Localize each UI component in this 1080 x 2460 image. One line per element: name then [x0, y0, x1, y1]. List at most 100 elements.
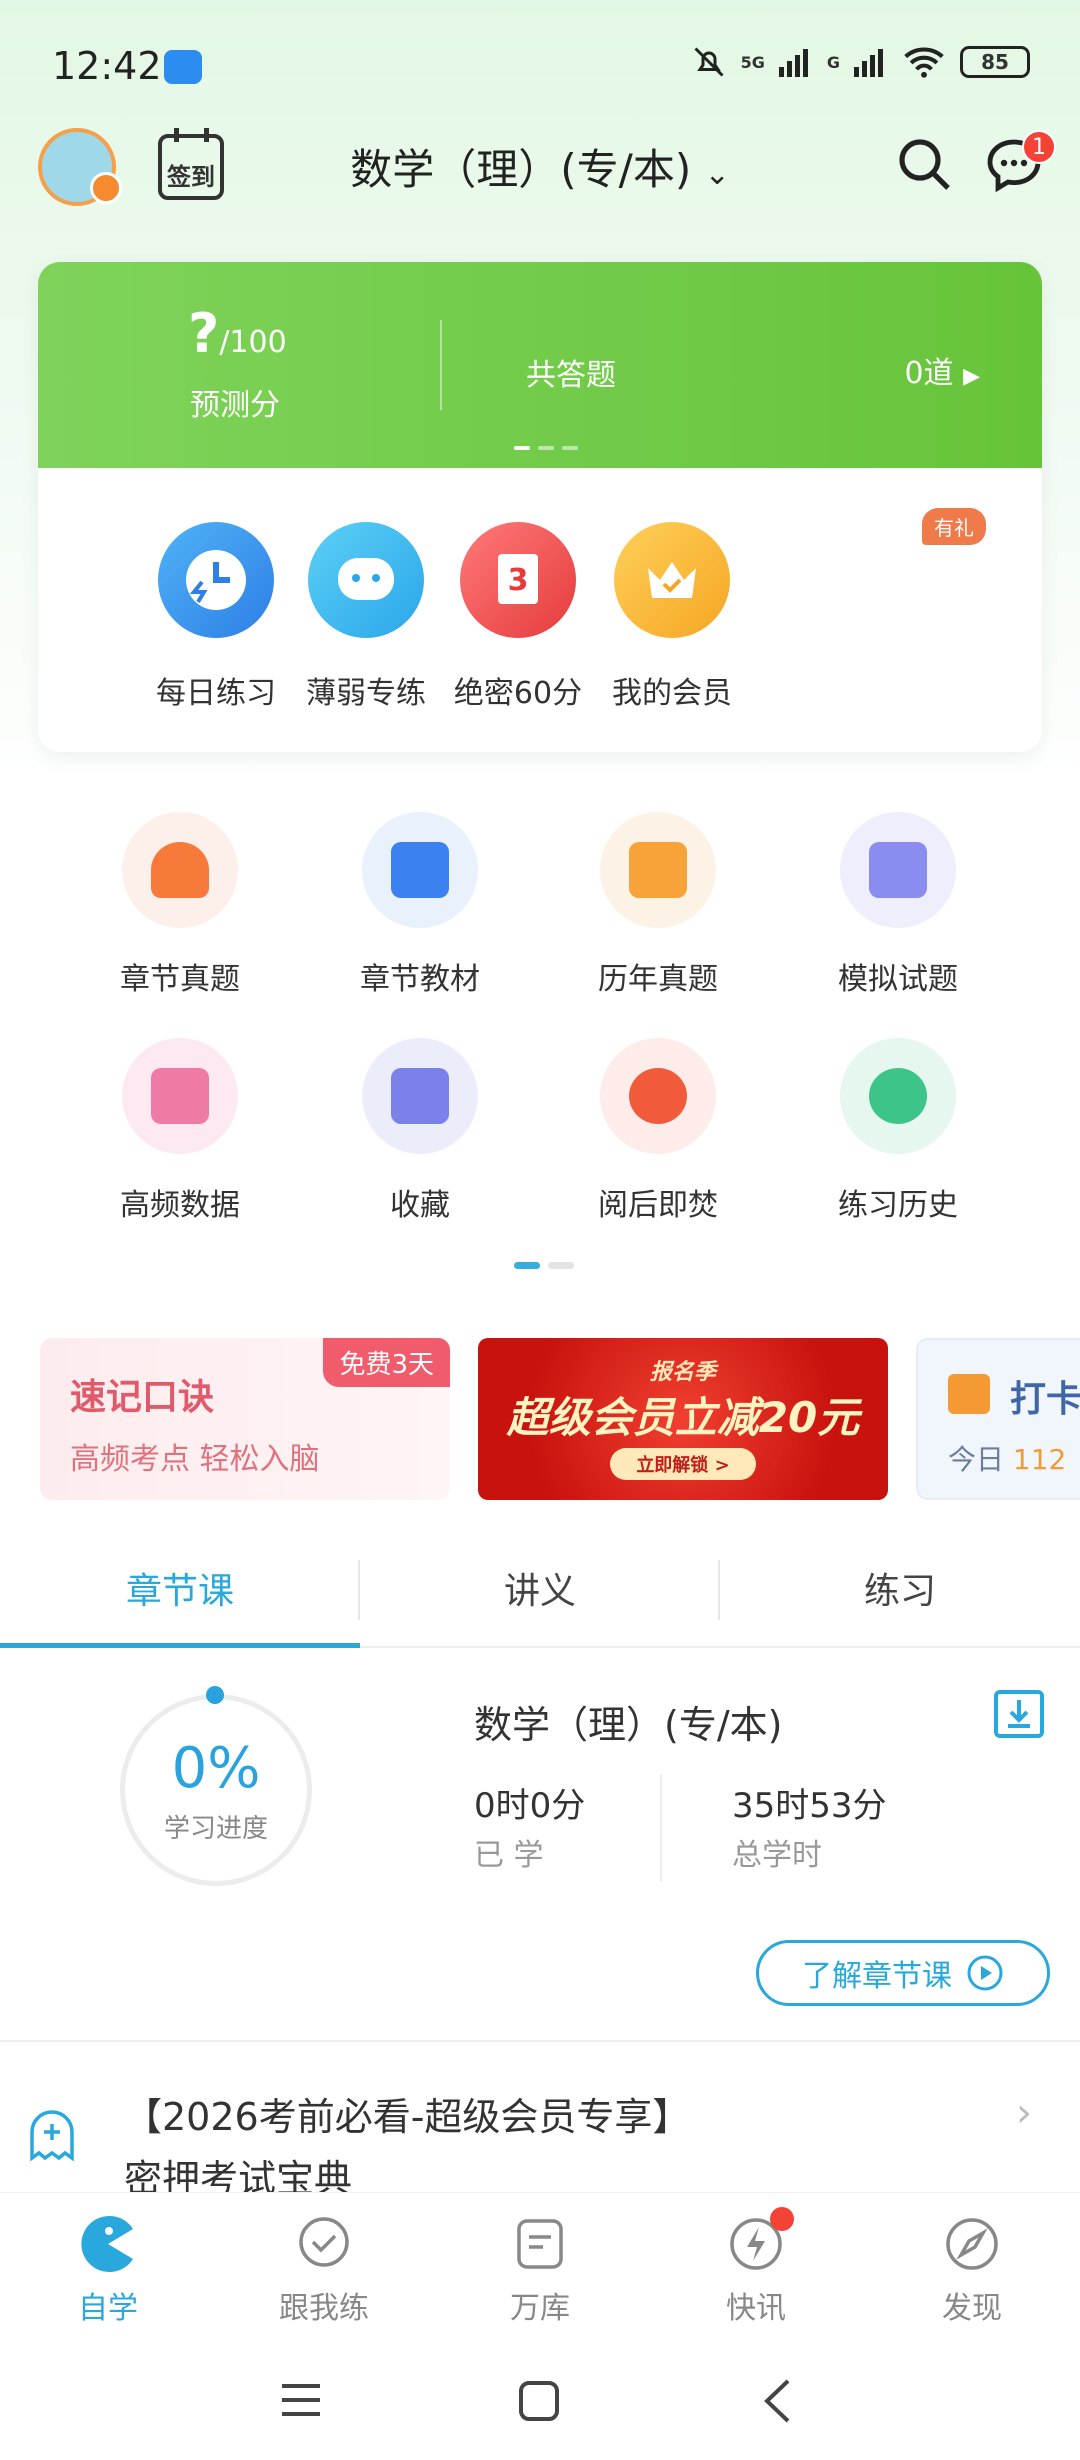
nav-self-study[interactable]: 自学	[0, 2193, 216, 2332]
stat-divider	[660, 1774, 662, 1882]
banner-subtitle: 今日 112	[948, 1443, 1067, 1476]
tab-divider	[718, 1560, 720, 1620]
tab-handout[interactable]: 讲义	[360, 1552, 720, 1646]
subject-label: 数学（理）(专/本)	[350, 145, 692, 194]
tab-chapter-course[interactable]: 章节课	[0, 1552, 360, 1648]
crown-icon	[614, 522, 730, 638]
course-title: 数学（理）(专/本)	[474, 1703, 783, 1747]
grid-chapter-textbook[interactable]: 章节教材	[320, 812, 520, 998]
banner-title: 打卡	[1010, 1379, 1080, 1420]
progress-ring-dot	[206, 1686, 224, 1704]
download-icon[interactable]	[994, 1690, 1044, 1738]
grid-burn-after-reading[interactable]: 阅后即焚	[558, 1038, 758, 1224]
compass-icon	[946, 2218, 998, 2270]
course-tabs: 章节课 讲义 练习	[0, 1552, 1080, 1648]
flame-icon	[600, 1038, 716, 1154]
predicted-score: ?/100	[188, 302, 287, 365]
nav-label: 自学	[78, 2291, 138, 2326]
svg-text:3: 3	[508, 563, 529, 598]
play-circle-icon	[967, 1955, 1003, 1991]
unlock-button[interactable]: 立即解锁 >	[610, 1448, 756, 1480]
gift-badge: 有礼	[922, 508, 986, 545]
system-navigation-bar	[0, 2340, 1080, 2460]
battery-indicator: 85	[960, 46, 1030, 78]
banner-subtitle: 高频考点 轻松入脑	[70, 1442, 320, 1477]
progress-percent: 0%	[171, 1736, 261, 1801]
status-icons: 5G G 85	[691, 44, 1030, 80]
grid-favorites[interactable]: 收藏	[320, 1038, 520, 1224]
grid-past-exams[interactable]: 历年真题	[558, 812, 758, 998]
grid-label: 历年真题	[598, 962, 718, 997]
grid-mock-exams[interactable]: 模拟试题	[798, 812, 998, 998]
grid-label: 阅后即焚	[598, 1188, 718, 1223]
nav-follow-practice[interactable]: 跟我练	[216, 2193, 432, 2332]
nav-label: 万库	[510, 2291, 570, 2326]
grid-practice-history[interactable]: 练习历史	[798, 1038, 998, 1224]
answered-label: 共答题	[526, 358, 616, 393]
section-divider	[0, 2040, 1080, 2042]
signal-icon-2	[854, 49, 883, 77]
grid-label: 收藏	[390, 1188, 450, 1223]
shield-plus-icon	[362, 812, 478, 928]
history-clock-icon	[840, 1038, 956, 1154]
learn-button-label: 了解章节课	[802, 1959, 952, 1994]
document-icon	[517, 2219, 563, 2269]
nav-question-bank[interactable]: 万库	[432, 2193, 648, 2332]
status-time: 12:42	[52, 44, 162, 88]
grid-label: 章节真题	[120, 962, 240, 997]
predicted-score-label: 预测分	[190, 388, 280, 423]
chat-bubble-icon	[308, 522, 424, 638]
banner-quick-memory[interactable]: 速记口诀 高频考点 轻松入脑 免费3天	[40, 1338, 450, 1500]
network-5g-label: 5G	[740, 52, 765, 72]
nav-discover[interactable]: 发现	[864, 2193, 1080, 2332]
banner-member-discount[interactable]: 报名季 超级会员立减20元 立即解锁 >	[478, 1338, 888, 1500]
carousel-dots	[514, 446, 578, 450]
chevron-right-icon: ▶	[963, 364, 980, 389]
score-banner[interactable]: ?/100 预测分 共答题 0道 ▶	[38, 262, 1042, 468]
score-card: ?/100 预测分 共答题 0道 ▶ 每日练习 薄弱专练 3 绝密60分 我的会…	[38, 262, 1042, 752]
nav-news[interactable]: 快讯	[648, 2193, 864, 2332]
home-icon[interactable]	[518, 2380, 560, 2422]
signal-icon	[778, 49, 808, 77]
free-trial-badge: 免费3天	[323, 1338, 450, 1387]
bottom-navigation: 自学 跟我练 万库 快讯 发现	[0, 2192, 1080, 2332]
learned-time-value: 0时0分	[474, 1786, 586, 1826]
chevron-down-icon: ⌄	[704, 157, 730, 192]
grid-chapter-exam[interactable]: 章节真题	[80, 812, 280, 998]
calendar-check-icon	[948, 1374, 990, 1414]
tab-divider	[358, 1560, 360, 1620]
nav-label: 快讯	[726, 2291, 786, 2326]
grid-label: 章节教材	[360, 962, 480, 997]
calendar-3-icon: 3	[460, 522, 576, 638]
nav-label: 发现	[942, 2291, 1002, 2326]
learn-chapter-course-button[interactable]: 了解章节课	[756, 1940, 1050, 2006]
grid-high-frequency[interactable]: 高频数据	[80, 1038, 280, 1224]
grid-page-dots	[514, 1262, 574, 1269]
banner-checkin[interactable]: 打卡 今日 112	[916, 1338, 1080, 1500]
feature-my-membership[interactable]: 我的会员	[572, 522, 772, 712]
banner-main-text: 超级会员立减20元	[506, 1393, 860, 1442]
clock-icon	[158, 522, 274, 638]
tab-practice[interactable]: 练习	[720, 1552, 1080, 1646]
progress-label: 学习进度	[163, 1814, 268, 1844]
chevron-right-icon[interactable]: ›	[1016, 2090, 1032, 2136]
check-circle-icon	[299, 2217, 349, 2267]
message-count-badge: 1	[1022, 130, 1056, 164]
nav-label: 跟我练	[279, 2291, 369, 2326]
banner-title: 速记口诀	[70, 1377, 215, 1418]
grid-label: 模拟试题	[838, 962, 958, 997]
news-unread-dot	[770, 2207, 794, 2231]
ghost-plus-icon	[30, 2110, 74, 2162]
grid-label: 高频数据	[120, 1188, 240, 1223]
pacman-icon	[81, 2216, 133, 2272]
mute-bell-icon	[694, 47, 724, 77]
feature-label: 我的会员	[612, 676, 732, 711]
answered-value[interactable]: 0道 ▶	[904, 348, 980, 392]
menu-icon[interactable]	[280, 2382, 322, 2418]
back-icon[interactable]	[762, 2378, 792, 2424]
wifi-icon	[904, 47, 944, 78]
total-time-label: 总学时	[732, 1838, 822, 1873]
total-time-value: 35时53分	[732, 1786, 887, 1826]
search-icon[interactable]	[896, 136, 952, 192]
star-book-icon	[362, 1038, 478, 1154]
